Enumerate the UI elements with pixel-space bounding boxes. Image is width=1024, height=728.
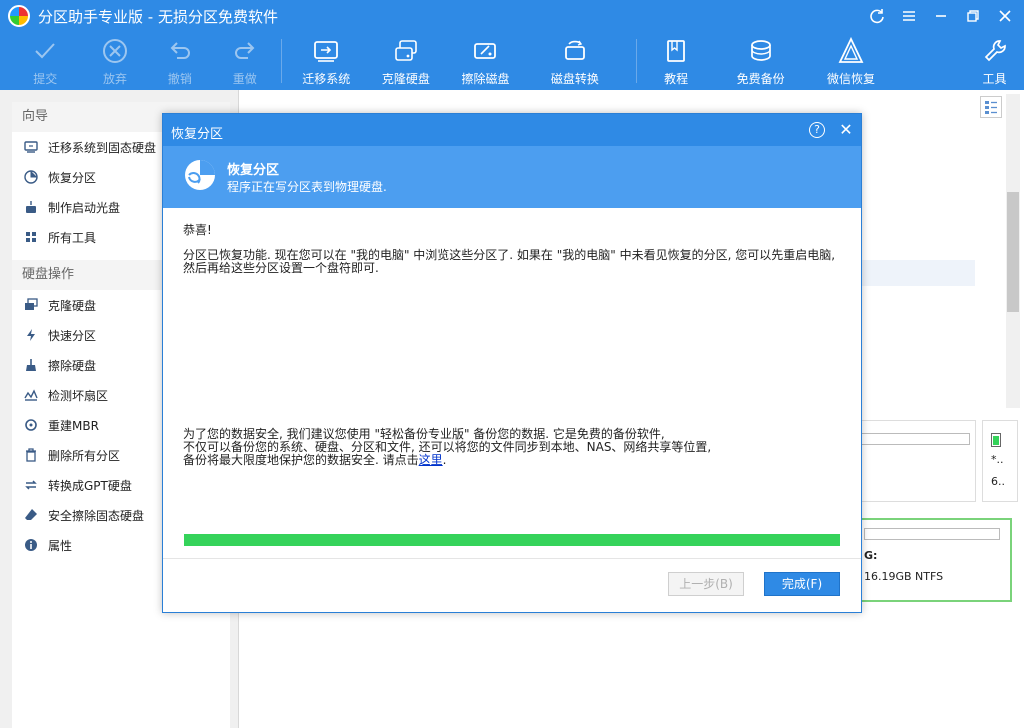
- disk-convert-icon: [560, 36, 590, 66]
- wipe-disk-button[interactable]: 擦除磁盘: [441, 32, 529, 90]
- eraser-icon: [24, 508, 38, 522]
- grid-icon: [24, 230, 38, 244]
- recover-partition-icon: [183, 158, 217, 192]
- app-title: 分区助手专业版 - 无损分区免费软件: [38, 7, 278, 26]
- menu-icon[interactable]: [896, 4, 922, 28]
- tools-button[interactable]: 工具: [965, 32, 1024, 90]
- cancel-circle-icon: [100, 36, 130, 66]
- rebuild-icon: [24, 418, 38, 432]
- view-toggle-icon[interactable]: [980, 96, 1002, 118]
- dialog-title: 恢复分区: [171, 127, 224, 142]
- progress-bar: [184, 534, 840, 546]
- dialog-body: 恭喜! 分区已恢复功能. 现在您可以在 "我的电脑" 中浏览这些分区了. 如果在…: [183, 224, 843, 275]
- help-icon[interactable]: ?: [809, 122, 825, 138]
- dialog-title-bar: 恢复分区 ? ✕: [163, 114, 861, 146]
- boot-disc-icon: [24, 200, 38, 214]
- convert-icon: [24, 478, 38, 492]
- finish-button[interactable]: 完成(F): [764, 572, 840, 596]
- trash-icon: [24, 448, 38, 462]
- clone-disk-icon: [391, 36, 421, 66]
- disk-bar-2: [864, 528, 1000, 540]
- recover-icon: [24, 170, 38, 184]
- wipe-disk-icon: [470, 36, 500, 66]
- wechat-recovery-button[interactable]: 微信恢复: [806, 32, 896, 90]
- undo-icon: [165, 36, 195, 66]
- toolbar: 提交 放弃 撤销 重做 迁移系统 克隆硬盘 擦除磁盘 磁盘转换 教程 免费备份: [0, 32, 1024, 90]
- lightning-icon: [24, 328, 38, 342]
- restore-icon[interactable]: [960, 4, 986, 28]
- backup-icon: [746, 36, 776, 66]
- progress-fill: [184, 534, 840, 546]
- redo-button[interactable]: 重做: [220, 32, 269, 90]
- refresh-icon[interactable]: [864, 4, 890, 28]
- undo-button[interactable]: 撤销: [140, 32, 221, 90]
- minimize-icon[interactable]: [928, 4, 954, 28]
- previous-button[interactable]: 上一步(B): [668, 572, 744, 596]
- recover-partition-dialog: 恢复分区 ? ✕ 恢复分区 程序正在写分区表到物理硬盘. 恭喜! 分区已恢复功能…: [162, 113, 862, 613]
- selected-partition-row[interactable]: [860, 260, 975, 286]
- scrollbar-thumb[interactable]: [1007, 192, 1019, 312]
- scan-icon: [24, 388, 38, 402]
- partition-letter: G:: [864, 549, 878, 562]
- check-icon: [30, 36, 60, 66]
- migrate-os-button[interactable]: 迁移系统: [282, 32, 370, 90]
- book-icon: [661, 36, 691, 66]
- app-logo-icon: [8, 5, 30, 27]
- window-controls: [864, 4, 1018, 28]
- battery-icon: [991, 433, 1001, 447]
- broom-icon: [24, 358, 38, 372]
- discard-button[interactable]: 放弃: [90, 32, 139, 90]
- migrate-icon: [24, 140, 38, 154]
- migrate-os-icon: [311, 36, 341, 66]
- free-backup-button[interactable]: 免费备份: [715, 32, 805, 90]
- commit-button[interactable]: 提交: [0, 32, 90, 90]
- partition-size: 16.19GB NTFS: [864, 570, 944, 583]
- wrench-icon: [980, 36, 1010, 66]
- dialog-header-title: 恢复分区: [227, 163, 280, 178]
- info-icon: [24, 538, 38, 552]
- dialog-close-icon[interactable]: ✕: [837, 120, 855, 140]
- clone-disk-button[interactable]: 克隆硬盘: [370, 32, 441, 90]
- dialog-divider: [163, 558, 861, 559]
- tutorial-button[interactable]: 教程: [637, 32, 716, 90]
- dialog-header: 恢复分区 程序正在写分区表到物理硬盘.: [163, 146, 861, 208]
- wechat-recovery-icon: [836, 36, 866, 66]
- congrats-text: 恭喜!: [183, 223, 212, 237]
- result-message: 分区已恢复功能. 现在您可以在 "我的电脑" 中浏览这些分区了. 如果在 "我的…: [183, 248, 836, 275]
- disk-bar-1: [860, 433, 970, 445]
- here-link[interactable]: 这里: [419, 453, 443, 467]
- dialog-header-subtitle: 程序正在写分区表到物理硬盘.: [227, 180, 387, 194]
- clone-icon: [24, 298, 38, 312]
- redo-icon: [230, 36, 260, 66]
- backup-suggestion: 为了您的数据安全, 我们建议您使用 "轻松备份专业版" 备份您的数据. 它是免费…: [183, 427, 712, 467]
- disk-convert-button[interactable]: 磁盘转换: [530, 32, 620, 90]
- title-bar: 分区助手专业版 - 无损分区免费软件: [0, 0, 1024, 32]
- disk-side-panel[interactable]: *.. 6..: [982, 420, 1018, 502]
- close-icon[interactable]: [992, 4, 1018, 28]
